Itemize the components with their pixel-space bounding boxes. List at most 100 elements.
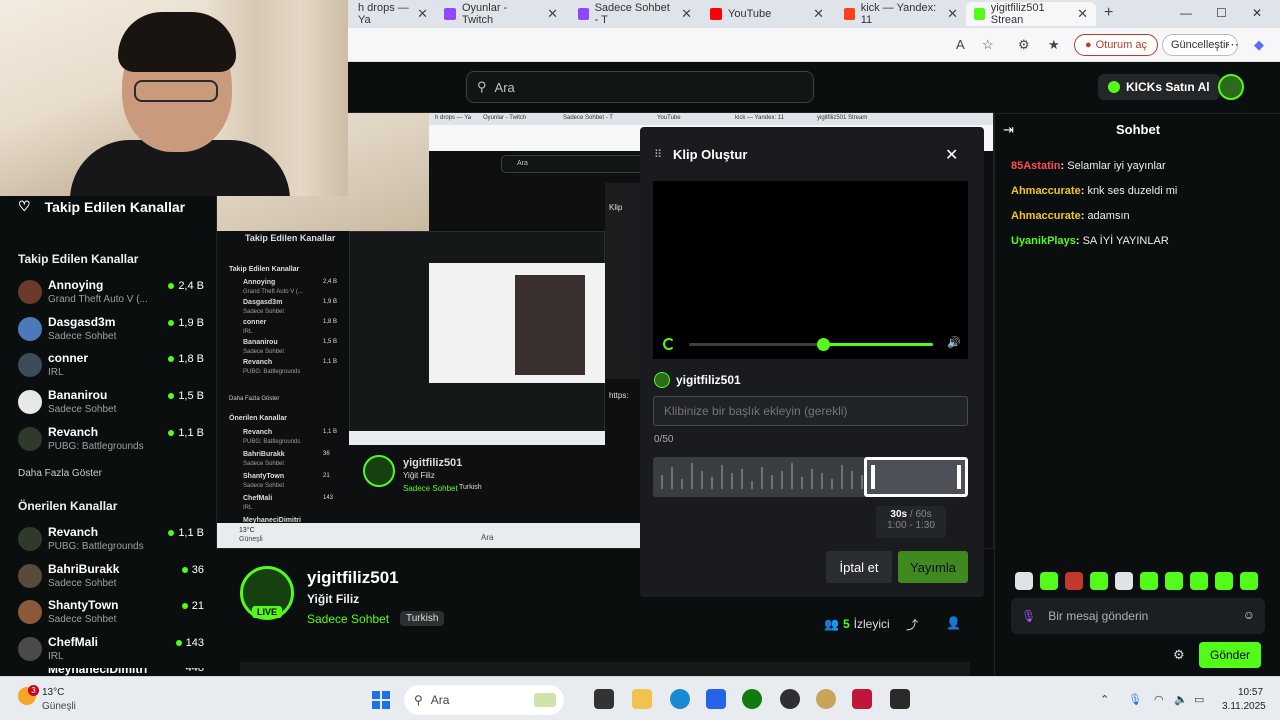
- taskbar-search[interactable]: ⚲ Ara: [404, 685, 564, 715]
- emote-icon[interactable]: [1165, 572, 1183, 590]
- clip-selection[interactable]: [864, 457, 968, 497]
- clock-date[interactable]: 3.11.2025: [1222, 701, 1266, 712]
- tab-3[interactable]: Sadece Sohbet - T ✕: [570, 2, 700, 26]
- emote-icon[interactable]: [1115, 572, 1133, 590]
- read-aloud-icon[interactable]: A: [956, 37, 965, 52]
- channel-name-title[interactable]: yigitfiliz501: [307, 568, 399, 588]
- drag-handle-icon[interactable]: ⠿: [654, 148, 662, 161]
- emote-icon[interactable]: [1065, 572, 1083, 590]
- close-icon[interactable]: ✕: [813, 6, 824, 22]
- emote-icon[interactable]: [1140, 572, 1158, 590]
- search-placeholder: Ara: [494, 79, 515, 95]
- sidebar-item-dasgasd3m[interactable]: Dasgasd3m Sadece Sohbet 1,9 B: [18, 313, 204, 347]
- xbox-icon[interactable]: [742, 689, 762, 709]
- close-icon[interactable]: ✕: [945, 145, 958, 165]
- favorites-icon[interactable]: ★: [1048, 37, 1060, 53]
- close-icon[interactable]: ✕: [681, 6, 692, 22]
- settings-icon[interactable]: [816, 689, 836, 709]
- sidebar-item-revanch[interactable]: Revanch PUBG: Battlegrounds 1,1 B: [18, 423, 204, 457]
- sidebar-item-chefmali[interactable]: ChefMali IRL 143: [18, 633, 204, 667]
- volume-slider[interactable]: [689, 338, 933, 351]
- emote-icon[interactable]: [1190, 572, 1208, 590]
- nested-heading: Takip Edilen Kanallar: [245, 233, 336, 243]
- maximize-icon[interactable]: ☐: [1216, 6, 1227, 20]
- sidebar-item-revanch-rec[interactable]: Revanch PUBG: Battlegrounds 1,1 B: [18, 523, 204, 557]
- chat-user[interactable]: 85Astatin: [1011, 160, 1061, 172]
- tab-4[interactable]: YouTube ✕: [702, 2, 832, 26]
- sidebar-item-meyhanecidimitri[interactable]: MeyhaneciDimitri 448: [18, 668, 204, 676]
- show-more-link[interactable]: Daha Fazla Göster: [18, 468, 102, 479]
- close-icon[interactable]: ✕: [1077, 6, 1088, 22]
- microphone-icon[interactable]: 🎙: [1128, 693, 1142, 706]
- chat-input[interactable]: 🎙 Bir mesaj gönderin ☺: [1011, 598, 1265, 634]
- trim-handle-right[interactable]: [957, 465, 961, 489]
- tab-1[interactable]: h drops — Ya ✕: [350, 2, 436, 26]
- sign-in-button[interactable]: ● Oturum aç: [1074, 34, 1158, 56]
- sidebar-item-bahriburakk[interactable]: BahriBurakk Sadece Sohbet 36: [18, 560, 204, 594]
- speaker-icon[interactable]: 🔈: [1174, 693, 1188, 706]
- chat-settings-icon[interactable]: ⚙: [1173, 647, 1185, 663]
- volume-icon[interactable]: 🔊: [947, 336, 961, 349]
- tab-5[interactable]: kick — Yandex: 11 ✕: [836, 2, 966, 26]
- share-icon[interactable]: ⤴: [906, 616, 918, 633]
- chat-user[interactable]: Ahmaccurate: [1011, 185, 1081, 197]
- sidebar-header[interactable]: ♡ Takip Edilen Kanallar: [18, 198, 185, 215]
- edge-icon[interactable]: [670, 689, 690, 709]
- volume-thumb[interactable]: [817, 338, 831, 351]
- publish-button[interactable]: Yayımla: [898, 551, 968, 583]
- close-icon[interactable]: ✕: [947, 6, 958, 22]
- favorite-star-icon[interactable]: ☆: [982, 37, 994, 53]
- obs-icon[interactable]: [780, 689, 800, 709]
- chat-user[interactable]: UyanikPlays: [1011, 235, 1076, 247]
- sidebar-item-annoying[interactable]: Annoying Grand Theft Auto V (... 2,4 B: [18, 276, 204, 310]
- chat-user[interactable]: Ahmaccurate: [1011, 210, 1081, 222]
- close-icon[interactable]: ✕: [417, 6, 428, 22]
- weather-temp[interactable]: 13°C: [42, 687, 64, 698]
- user-avatar[interactable]: [1218, 74, 1244, 100]
- battery-icon[interactable]: ▭: [1194, 693, 1204, 706]
- file-explorer-icon[interactable]: [632, 689, 652, 709]
- chevron-up-icon[interactable]: ⌃: [1100, 693, 1109, 706]
- wifi-icon[interactable]: ◠: [1154, 693, 1164, 706]
- sidebar-item-bananirou[interactable]: Bananirou Sadece Sohbet 1,5 B: [18, 386, 204, 420]
- task-view-icon[interactable]: [594, 689, 614, 709]
- extensions-icon[interactable]: ⚙: [1018, 37, 1030, 53]
- weather-desc[interactable]: Güneşli: [42, 701, 76, 712]
- clip-title-input[interactable]: [653, 396, 968, 426]
- nested-weather-desc-bottom: Güneşli: [239, 536, 263, 543]
- emote-icon[interactable]: [1090, 572, 1108, 590]
- copilot-icon[interactable]: ◆: [1254, 37, 1264, 53]
- cancel-button[interactable]: İptal et: [826, 551, 892, 583]
- store-icon[interactable]: [706, 689, 726, 709]
- tab-2[interactable]: Oyunlar - Twitch ✕: [436, 2, 566, 26]
- sidebar-item-conner[interactable]: conner IRL 1,8 B: [18, 349, 204, 383]
- emote-icon[interactable]: [1040, 572, 1058, 590]
- emote-icon[interactable]: [1215, 572, 1233, 590]
- trim-handle-left[interactable]: [871, 465, 875, 489]
- clock-time[interactable]: 10:57: [1238, 687, 1263, 698]
- close-icon[interactable]: ✕: [547, 6, 558, 22]
- stream-category[interactable]: Sadece Sohbet: [307, 612, 389, 626]
- search-input[interactable]: ⚲ Ara: [466, 71, 814, 103]
- emote-icon[interactable]: [1015, 572, 1033, 590]
- new-tab-icon[interactable]: +: [1104, 4, 1113, 22]
- window-close-icon[interactable]: ✕: [1252, 6, 1262, 20]
- minimize-icon[interactable]: —: [1180, 6, 1192, 20]
- send-button[interactable]: Gönder: [1199, 642, 1261, 668]
- buy-kicks-button[interactable]: KICKs Satın Al: [1098, 74, 1220, 100]
- channel-category: Grand Theft Auto V (...: [48, 294, 148, 305]
- app-icon[interactable]: [852, 689, 872, 709]
- clip-timeline[interactable]: [653, 457, 968, 497]
- epic-games-icon[interactable]: [890, 689, 910, 709]
- windows-start-icon[interactable]: [372, 691, 390, 709]
- clip-video-preview[interactable]: 🔊: [653, 181, 968, 359]
- viewer-count: 1,1 B: [168, 527, 204, 539]
- tab-6-active[interactable]: yigitfiliz501 Strean ✕: [966, 2, 1096, 26]
- sidebar-item-shantytown[interactable]: ShantyTown Sadece Sohbet 21: [18, 596, 204, 630]
- more-icon[interactable]: ⋯: [1226, 37, 1239, 53]
- microphone-icon[interactable]: 🎙: [1021, 609, 1036, 623]
- emoji-icon[interactable]: ☺: [1243, 608, 1255, 622]
- follow-user-icon[interactable]: 👤: [946, 616, 961, 630]
- emote-icon[interactable]: [1240, 572, 1258, 590]
- language-tag[interactable]: Turkish: [400, 611, 445, 626]
